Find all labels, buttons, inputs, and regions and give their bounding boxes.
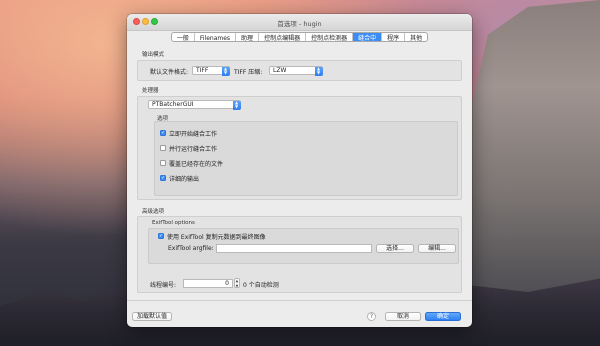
verbose-output-checkbox[interactable]: ✓ bbox=[160, 175, 166, 181]
tab-misc[interactable]: 其他 bbox=[405, 33, 427, 41]
tiff-compression-label: TIFF 压缩: bbox=[234, 69, 263, 76]
preferences-window: 首选项 - hugin 一般 Filenames 助理 控制点编辑器 控制点检测… bbox=[127, 14, 472, 327]
edit-argfile-button[interactable]: 编辑... bbox=[418, 244, 456, 253]
argfile-input[interactable] bbox=[216, 244, 372, 253]
chevron-updown-icon: ▲ ▼ bbox=[221, 66, 230, 76]
processor-select[interactable]: PTBatcherGUI ▲ ▼ bbox=[148, 100, 241, 110]
use-exiftool-checkbox[interactable]: ✓ bbox=[158, 233, 164, 239]
cancel-button[interactable]: 取消 bbox=[385, 312, 421, 321]
threads-label: 线程编号: bbox=[150, 282, 177, 289]
overwrite-files-label: 覆盖已经存在的文件 bbox=[169, 161, 224, 168]
options-box: ✓ 立即开始缝合工作 并行运行缝合工作 覆盖已经存在的文件 ✓ 详细的输出 bbox=[154, 121, 458, 196]
default-format-value: TIFF bbox=[196, 67, 209, 74]
tiff-compression-select[interactable]: LZW ▲ ▼ bbox=[269, 66, 323, 76]
tab-filenames[interactable]: Filenames bbox=[195, 33, 237, 41]
start-immediately-checkbox[interactable]: ✓ bbox=[160, 130, 166, 136]
tab-stitching[interactable]: 缝合中 bbox=[353, 33, 383, 41]
tab-group: 一般 Filenames 助理 控制点编辑器 控制点检测器 缝合中 程序 其他 bbox=[170, 32, 429, 42]
tiff-compression-value: LZW bbox=[273, 67, 287, 74]
default-format-select[interactable]: TIFF ▲ ▼ bbox=[192, 66, 230, 76]
help-icon[interactable]: ? bbox=[367, 312, 376, 321]
overwrite-files-checkbox[interactable] bbox=[160, 160, 166, 166]
threads-hint: 0 个自动检测 bbox=[243, 282, 279, 289]
tab-cp-editor[interactable]: 控制点编辑器 bbox=[259, 33, 307, 41]
chevron-updown-icon: ▲ ▼ bbox=[314, 66, 323, 76]
verbose-output-label: 详细的输出 bbox=[169, 176, 200, 183]
window-title: 首选项 - hugin bbox=[277, 20, 322, 28]
processor-title: 处理器 bbox=[142, 88, 159, 94]
tab-bar: 一般 Filenames 助理 控制点编辑器 控制点检测器 缝合中 程序 其他 bbox=[127, 31, 472, 44]
threads-stepper[interactable]: ▲ ▼ bbox=[234, 278, 240, 288]
title-bar: 首选项 - hugin bbox=[127, 14, 472, 31]
start-immediately-label: 立即开始缝合工作 bbox=[169, 131, 218, 138]
chevron-updown-icon: ▲ ▼ bbox=[232, 100, 241, 110]
tab-assistant[interactable]: 助理 bbox=[236, 33, 260, 41]
exiftool-box: ✓ 使用 ExifTool 复制元数据到最终图像 ExifTool argfil… bbox=[148, 228, 459, 264]
load-defaults-button[interactable]: 加载默认值 bbox=[132, 312, 172, 321]
argfile-label: ExifTool argfile: bbox=[168, 245, 214, 252]
tab-general[interactable]: 一般 bbox=[172, 33, 195, 41]
ok-button[interactable]: 确定 bbox=[425, 312, 461, 321]
advanced-box: ExifTool options ✓ 使用 ExifTool 复制元数据到最终图… bbox=[137, 216, 462, 293]
output-mode-title: 输出模式 bbox=[142, 52, 165, 58]
stitching-panel: 输出模式 默认文件格式: TIFF ▲ ▼ TIFF 压缩: LZW ▲ ▼ 处理器… bbox=[127, 44, 472, 327]
advanced-title: 高级选项 bbox=[142, 209, 165, 215]
processor-box: PTBatcherGUI ▲ ▼ 选项 ✓ 立即开始缝合工作 并行运行缝合工作 覆… bbox=[137, 96, 462, 200]
tab-programs[interactable]: 程序 bbox=[382, 33, 406, 41]
use-exiftool-label: 使用 ExifTool 复制元数据到最终图像 bbox=[167, 234, 266, 241]
default-format-label: 默认文件格式: bbox=[150, 69, 189, 76]
parallel-run-label: 并行运行缝合工作 bbox=[169, 146, 218, 153]
threads-input[interactable]: 0 bbox=[183, 279, 233, 288]
exiftool-title: ExifTool options bbox=[152, 220, 195, 226]
output-mode-box: 默认文件格式: TIFF ▲ ▼ TIFF 压缩: LZW ▲ ▼ bbox=[137, 60, 462, 81]
tab-cp-detector[interactable]: 控制点检测器 bbox=[306, 33, 354, 41]
footer-divider bbox=[127, 300, 472, 301]
parallel-run-checkbox[interactable] bbox=[160, 145, 166, 151]
choose-argfile-button[interactable]: 选择... bbox=[376, 244, 414, 253]
processor-value: PTBatcherGUI bbox=[152, 101, 194, 108]
